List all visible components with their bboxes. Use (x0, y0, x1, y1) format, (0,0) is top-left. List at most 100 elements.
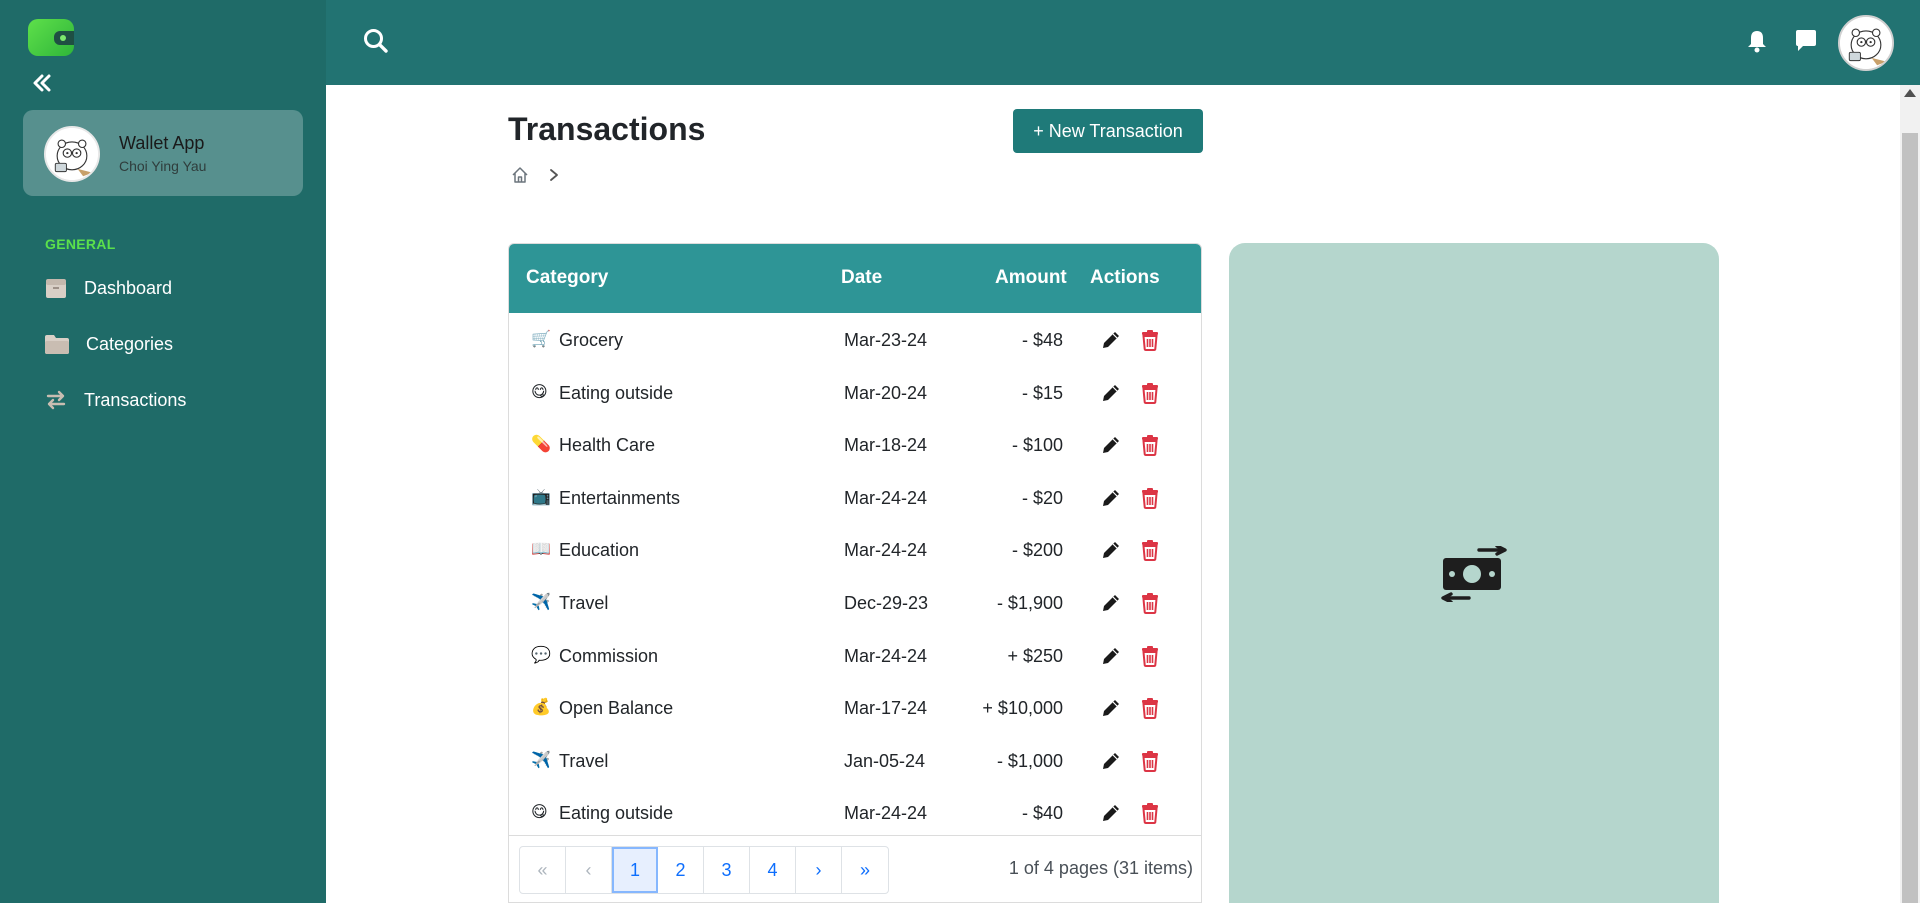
illustration-panel (1229, 243, 1719, 903)
delete-trash-icon[interactable] (1139, 592, 1163, 616)
chat-icon[interactable] (1793, 28, 1819, 54)
delete-trash-icon[interactable] (1139, 750, 1163, 774)
category-emoji-icon: 💰 (531, 699, 551, 717)
date-cell: Mar-24-24 (844, 803, 928, 824)
date-cell: Mar-23-24 (844, 330, 928, 350)
edit-pencil-icon[interactable] (1100, 697, 1124, 721)
table-row: 💊 Health Care Mar-18-24 - $100 (509, 420, 1201, 473)
amount-cell: - $100 (1011, 435, 1063, 456)
category-emoji-icon: 💊 (531, 436, 551, 454)
category-cell: Grocery (559, 330, 624, 350)
table-row: 📺 Entertainments Mar-24-24 - $20 (509, 473, 1201, 526)
profile-card[interactable]: Wallet App Choi Ying Yau (23, 110, 303, 196)
table-row: ✈️ Travel Dec-29-23 - $1,900 (509, 578, 1201, 631)
table-header: Category Date Amount Actions (509, 244, 1201, 313)
amount-cell: - $40 (1021, 803, 1063, 824)
category-cell: Commission (559, 645, 659, 666)
table-row: 😋 Eating outside Mar-20-24 - $15 (509, 368, 1201, 421)
date-cell: Jan-05-24 (844, 750, 926, 771)
amount-cell: - $1,900 (996, 592, 1063, 613)
search-icon[interactable] (362, 27, 392, 57)
amount-cell: + $250 (1007, 645, 1063, 666)
scroll-up-icon[interactable] (1904, 89, 1916, 97)
edit-pencil-icon[interactable] (1100, 592, 1124, 616)
sidebar: Wallet App Choi Ying Yau GENERAL Dashboa… (0, 0, 326, 903)
user-avatar[interactable] (1838, 15, 1894, 71)
wallet-logo-icon[interactable] (28, 19, 74, 56)
column-header-date: Date (841, 267, 883, 288)
page-button-3[interactable]: 3 (704, 847, 750, 893)
page-button-4[interactable]: 4 (750, 847, 796, 893)
new-transaction-button[interactable]: + New Transaction (1013, 109, 1203, 153)
edit-pencil-icon[interactable] (1100, 539, 1124, 563)
arrows-exchange-icon (44, 388, 68, 412)
sidebar-item-categories[interactable]: Categories (44, 329, 173, 359)
first-page-button[interactable]: « (520, 847, 566, 893)
scroll-thumb[interactable] (1902, 133, 1918, 903)
delete-trash-icon[interactable] (1139, 645, 1163, 669)
table-row: 📖 Education Mar-24-24 - $200 (509, 525, 1201, 578)
delete-trash-icon[interactable] (1139, 802, 1163, 826)
edit-pencil-icon[interactable] (1100, 645, 1124, 669)
edit-pencil-icon[interactable] (1100, 382, 1124, 406)
section-label-general: GENERAL (45, 236, 116, 252)
profile-name: Wallet App (119, 133, 205, 153)
sidebar-item-label: Dashboard (84, 277, 173, 298)
edit-pencil-icon[interactable] (1100, 434, 1124, 458)
category-emoji-icon: ✈️ (531, 593, 551, 611)
edit-pencil-icon[interactable] (1100, 802, 1124, 826)
last-page-button[interactable]: » (842, 847, 888, 893)
page-title: Transactions (508, 111, 706, 147)
bell-icon[interactable] (1744, 28, 1770, 54)
vertical-scrollbar[interactable] (1900, 85, 1920, 903)
date-cell: Mar-24-24 (844, 645, 928, 666)
amount-cell: - $200 (1011, 540, 1063, 561)
category-emoji-icon: 🛒 (531, 331, 551, 348)
main-content: Transactions + New Transaction Category … (326, 85, 1900, 903)
delete-trash-icon[interactable] (1139, 539, 1163, 563)
category-cell: Eating outside (559, 382, 674, 403)
table-footer: « ‹ 1 2 3 4 › » 1 of 4 pages (31 items) (509, 835, 1201, 903)
page-button-1[interactable]: 1 (612, 847, 658, 893)
collapse-sidebar-icon[interactable] (30, 71, 60, 101)
category-cell: Eating outside (559, 803, 674, 824)
edit-pencil-icon[interactable] (1100, 750, 1124, 774)
category-emoji-icon: ✈️ (531, 751, 551, 769)
amount-cell: - $48 (1021, 330, 1063, 350)
category-emoji-icon: 💬 (531, 646, 551, 664)
home-icon[interactable] (510, 165, 530, 185)
category-cell: Travel (559, 750, 609, 771)
amount-cell: - $1,000 (996, 750, 1063, 771)
page-button-2[interactable]: 2 (658, 847, 704, 893)
transactions-table: Category Date Amount Actions 🛒 Grocery Mar… (508, 243, 1202, 903)
category-cell: Entertainments (559, 487, 681, 508)
amount-cell: - $20 (1021, 487, 1063, 508)
sidebar-item-label: Categories (86, 333, 174, 354)
category-emoji-icon: 📺 (531, 488, 551, 506)
edit-pencil-icon[interactable] (1100, 329, 1124, 353)
date-cell: Mar-24-24 (844, 487, 928, 508)
delete-trash-icon[interactable] (1139, 697, 1163, 721)
pagination: « ‹ 1 2 3 4 › » (519, 846, 889, 894)
prev-page-button[interactable]: ‹ (566, 847, 612, 893)
delete-trash-icon[interactable] (1139, 382, 1163, 406)
category-cell: Travel (559, 592, 609, 613)
delete-trash-icon[interactable] (1139, 434, 1163, 458)
box-icon (44, 276, 68, 300)
amount-cell: + $10,000 (982, 698, 1063, 719)
edit-pencil-icon[interactable] (1100, 487, 1124, 511)
sidebar-item-transactions[interactable]: Transactions (44, 385, 186, 415)
sidebar-item-dashboard[interactable]: Dashboard (44, 273, 172, 303)
category-cell: Health Care (559, 435, 656, 456)
delete-trash-icon[interactable] (1139, 487, 1163, 511)
table-row: 😋 Eating outside Mar-24-24 - $40 (509, 788, 1201, 841)
date-cell: Mar-24-24 (844, 540, 928, 561)
avatar (44, 126, 100, 182)
date-cell: Mar-18-24 (844, 435, 928, 456)
delete-trash-icon[interactable] (1139, 329, 1163, 353)
category-emoji-icon: 📖 (531, 541, 551, 559)
chevron-right-icon (544, 165, 564, 185)
page-info: 1 of 4 pages (31 items) (1008, 858, 1193, 878)
next-page-button[interactable]: › (796, 847, 842, 893)
table-row: ✈️ Travel Jan-05-24 - $1,000 (509, 736, 1201, 789)
